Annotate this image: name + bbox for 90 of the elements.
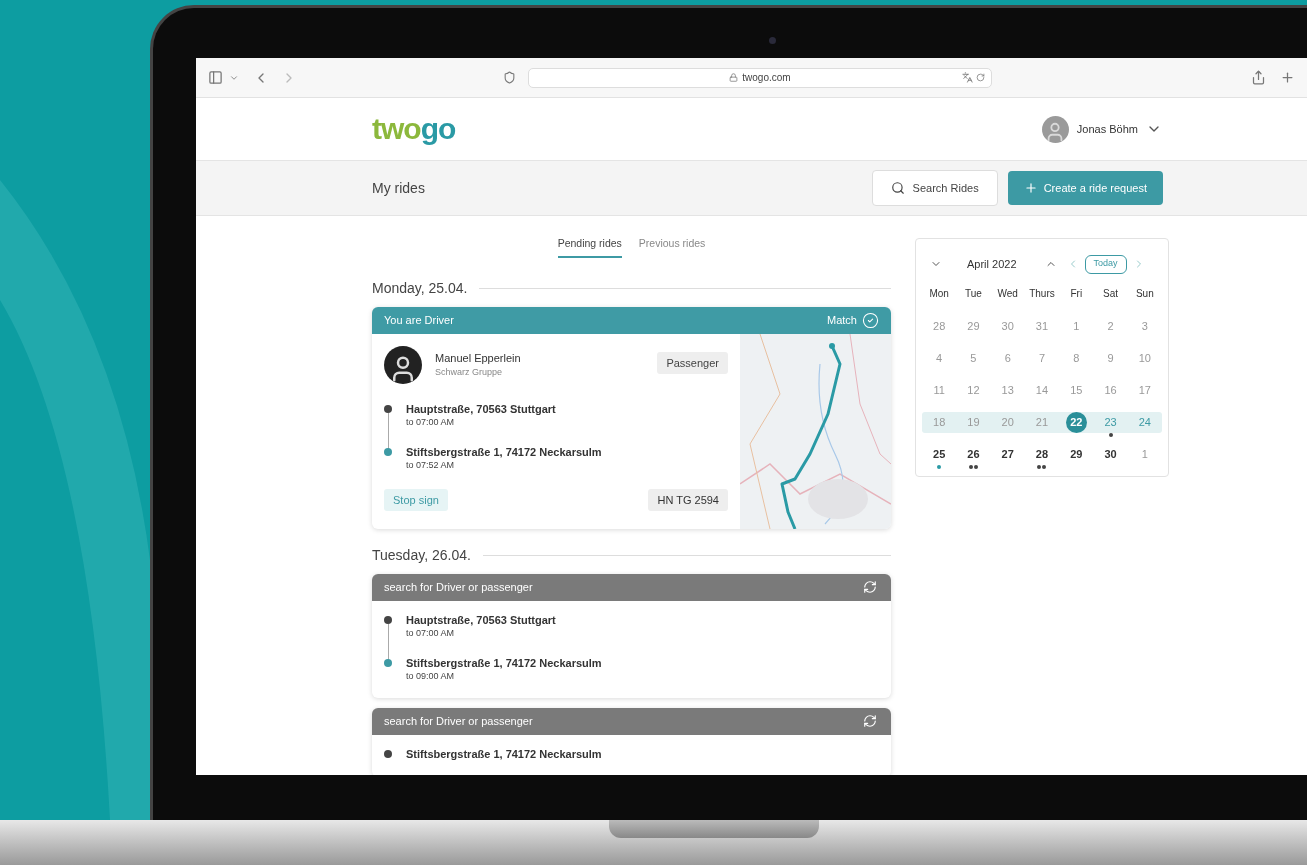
logo[interactable]: twogo [372,114,456,144]
today-button[interactable]: Today [1084,254,1127,274]
refresh-icon[interactable] [863,714,877,729]
calendar-day[interactable]: 10 [1138,348,1151,369]
calendar-day[interactable]: 30 [1001,316,1014,337]
sidebar-icon[interactable] [208,70,223,85]
calendar-day[interactable]: 26 [967,444,980,465]
avatar[interactable] [1041,115,1069,143]
ride-card[interactable]: search for Driver or passenger Hauptstraße, 70563 Stuttgart to 07:00 AM Stiftsbergstraße 1, 74172 Neckarsulm to 09:00 AM [372,573,891,698]
calendar-day[interactable]: 15 [1070,380,1083,401]
person-name: Manuel Epperlein [435,350,521,366]
calendar-day[interactable]: 1 [1141,444,1148,465]
calendar-day[interactable]: 1 [1073,316,1080,337]
lock-icon [729,73,739,82]
calendar-day[interactable]: 12 [967,380,980,401]
calendar-day[interactable]: 19 [967,412,980,433]
user-name[interactable]: Jonas Böhm [1076,120,1138,138]
calendar-day[interactable]: 27 [1001,444,1014,465]
ride-role-text: You are Driver [384,313,454,328]
tab[interactable]: Previous rides [638,236,706,258]
calendar-day[interactable]: 17 [1138,380,1151,401]
day-heading: Tuesday, 26.04. [372,545,471,565]
calendar-day[interactable]: 28 [1035,444,1049,465]
new-tab-icon[interactable] [1280,70,1295,85]
stop-time: to 07:52 AM [406,458,456,471]
create-ride-button[interactable]: Create a ride request [1007,171,1163,205]
search-button[interactable]: Search Rides [871,170,998,206]
stop-address: Stiftsbergstraße 1, 74172 Neckarsulm [406,746,602,761]
month-label: April 2022 [967,256,1017,272]
calendar-day[interactable]: 2 [1107,316,1114,337]
calendar-day[interactable]: 25 [933,444,946,465]
page-title: My rides [372,178,425,198]
stop-address: Stiftsbergstraße 1, 74172 Neckarsulm [406,444,602,459]
share-icon[interactable] [1251,70,1266,85]
stop-time: to 09:00 AM [406,669,456,682]
calendar-day[interactable]: 8 [1073,348,1080,369]
calendar-day[interactable]: 29 [1070,444,1083,465]
refresh-icon[interactable] [863,580,877,595]
weekday-label: Sat [1102,287,1120,301]
stop-address: Stiftsbergstraße 1, 74172 Neckarsulm [406,655,602,670]
weekday-label: Sun [1134,287,1155,301]
avatar [384,345,422,384]
ride-role-text: search for Driver or passenger [384,714,533,729]
calendar-day[interactable]: 28 [933,316,946,337]
calendar-day[interactable]: 18 [933,412,946,433]
calendar-day[interactable]: 9 [1107,348,1114,369]
calendar-day[interactable]: 11 [933,380,945,401]
search-icon [890,181,905,195]
calendar-day[interactable]: 20 [1001,412,1014,433]
reload-icon[interactable] [976,73,985,82]
calendar-day[interactable]: 7 [1038,348,1046,369]
weekday-label: Wed [996,287,1019,301]
company-name: Schwarz Gruppe [435,366,504,380]
calendar-day[interactable]: 22 [1065,412,1087,433]
address-text: twogo.com [742,71,791,85]
calendar-day[interactable]: 5 [970,348,977,369]
ride-card[interactable]: You are Driver Match Manuel Epperlein Schwarz Gruppe Passenger Hauptstraße, 70563 Stuttgart to 07:00 AM Stiftsbergstraße 1, 74172 Neckarsulm to 07:52 AM Stop sign HN TG 2594 [372,306,891,529]
translate-icon[interactable] [962,72,973,83]
weekday-label: Tue [964,287,983,301]
address-bar[interactable]: twogo.com [528,67,992,88]
calendar-day[interactable]: 30 [1104,444,1117,465]
calendar-day[interactable]: 23 [1104,412,1117,433]
calendar-day[interactable]: 4 [936,348,943,369]
calendar-day[interactable]: 6 [1004,348,1011,369]
plus-icon [1023,181,1038,195]
day-heading: Monday, 25.04. [372,278,468,298]
role-badge: Passenger [657,351,728,374]
calendar-day[interactable]: 31 [1035,316,1049,337]
stop-time: to 07:00 AM [406,415,456,428]
shield-icon[interactable] [503,71,516,84]
license-plate: HN TG 2594 [648,488,728,512]
calendar-day[interactable]: 16 [1104,380,1117,401]
calendar-day[interactable]: 21 [1035,412,1049,433]
calendar-day[interactable]: 24 [1138,412,1151,433]
calendar-day[interactable]: 14 [1035,380,1049,401]
stop-time: to 07:00 AM [406,626,456,639]
weekday-label: Mon [928,287,950,301]
calendar-day[interactable]: 29 [967,316,980,337]
ride-card[interactable]: search for Driver or passenger Stiftsbergstraße 1, 74172 Neckarsulm [372,707,891,775]
calendar-day[interactable]: 13 [1001,380,1014,401]
weekday-label: Thurs [1028,287,1056,301]
check-icon [862,311,879,329]
stop-sign-button[interactable]: Stop sign [384,488,448,512]
tab[interactable]: Pending rides [557,236,622,258]
stop-address: Hauptstraße, 70563 Stuttgart [406,401,556,416]
stop-address: Hauptstraße, 70563 Stuttgart [406,612,556,627]
match-status: Match [827,313,857,328]
weekday-label: Fri [1069,287,1084,301]
calendar-day[interactable]: 3 [1141,316,1148,337]
ride-role-text: search for Driver or passenger [384,580,533,595]
